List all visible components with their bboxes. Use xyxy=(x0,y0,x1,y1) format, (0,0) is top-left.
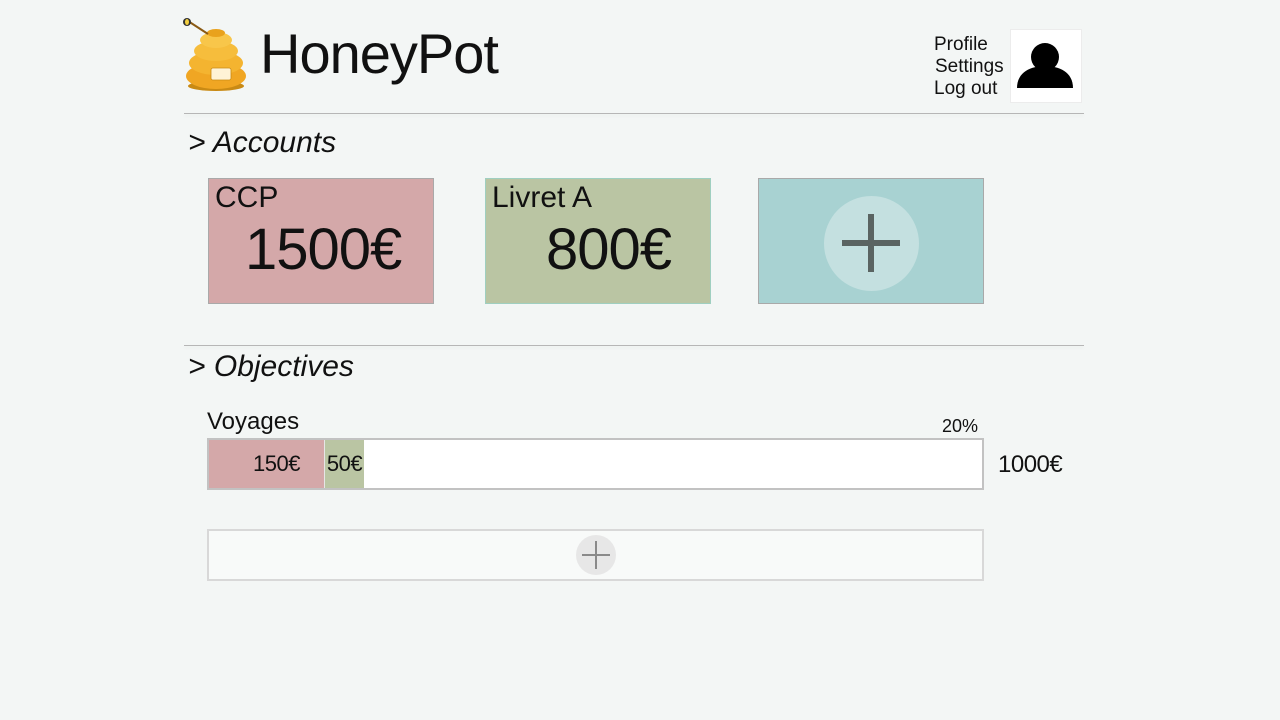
objectives-section-title: > Objectives xyxy=(188,350,354,383)
segment-amount: 50€ xyxy=(326,451,363,476)
profile-link[interactable]: Profile xyxy=(934,34,1004,56)
accounts-section-title: > Accounts xyxy=(188,126,337,159)
app-title: HoneyPot xyxy=(260,22,499,85)
add-objective-circle xyxy=(576,535,616,575)
header-divider xyxy=(184,113,1084,114)
objective-progress-bar[interactable]: 150€ 50€ xyxy=(207,438,984,490)
add-objective-button[interactable] xyxy=(207,529,984,581)
objective-label: Voyages xyxy=(207,408,300,435)
segment-amount: 150€ xyxy=(253,451,300,476)
account-balance: 800€ xyxy=(546,217,672,282)
account-name: CCP xyxy=(215,181,279,214)
account-balance: 1500€ xyxy=(245,217,402,282)
accounts-divider xyxy=(184,345,1084,346)
avatar[interactable] xyxy=(1010,29,1082,103)
objective-total: 1000€ xyxy=(998,451,1063,478)
progress-segment-ccp: 150€ xyxy=(209,440,325,488)
plus-icon xyxy=(582,541,610,569)
user-menu: Profile Settings Log out xyxy=(934,34,1004,100)
objective-percent: 20% xyxy=(942,416,979,436)
settings-link[interactable]: Settings xyxy=(934,56,1004,78)
account-name: Livret A xyxy=(492,181,593,214)
add-account-button[interactable] xyxy=(758,178,984,304)
progress-segment-livret-a: 50€ xyxy=(325,440,364,488)
plus-icon xyxy=(842,214,900,272)
add-account-circle xyxy=(824,196,919,291)
logout-link[interactable]: Log out xyxy=(934,78,1004,100)
account-card-ccp[interactable]: CCP 1500€ xyxy=(208,178,434,304)
honeypot-logo xyxy=(178,18,250,94)
account-card-livret-a[interactable]: Livret A 800€ xyxy=(485,178,711,304)
user-silhouette-icon xyxy=(1017,43,1073,88)
